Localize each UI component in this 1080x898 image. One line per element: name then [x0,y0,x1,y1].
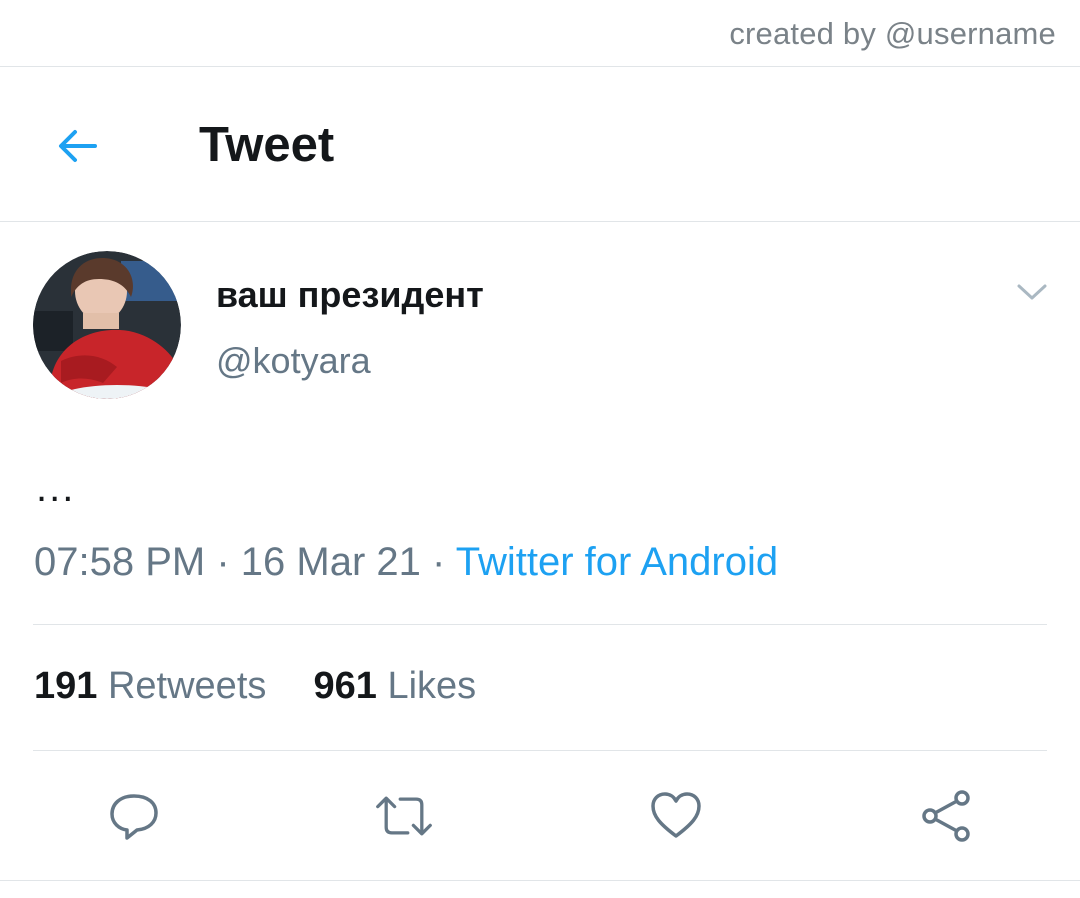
likes-count: 961 [313,665,377,707]
tweet-source-link[interactable]: Twitter for Android [456,540,778,584]
page-title: Tweet [199,118,335,172]
like-icon [651,792,701,838]
retweet-icon [376,796,432,836]
retweets-count: 191 [34,665,98,707]
retweets-label: Retweets [107,665,267,707]
chevron-down-icon [1017,284,1047,300]
credit-bar: created by @username [0,0,1080,67]
tweet-stats: 191 Retweets 961 Likes [34,665,476,708]
like-button[interactable] [646,786,706,846]
back-button[interactable] [44,113,110,179]
likes-stat[interactable]: 961 Likes [314,665,477,707]
action-bar [0,752,1080,880]
reply-icon [110,794,158,840]
tweet-date: 16 Mar 21 [240,540,421,584]
share-button[interactable] [916,786,976,846]
more-options-button[interactable] [1010,272,1054,312]
divider [0,880,1080,881]
retweet-button[interactable] [374,786,434,846]
top-app-bar: Tweet [0,67,1080,222]
arrow-left-icon [59,130,97,162]
tweet-meta: 07:58 PM · 16 Mar 21 · Twitter for Andro… [34,540,778,585]
user-handle[interactable]: @kotyara [216,340,371,382]
avatar[interactable] [33,251,181,399]
divider [33,624,1047,625]
meta-separator: · [216,540,230,584]
divider [33,750,1047,751]
tweet-time: 07:58 PM [34,540,206,584]
meta-separator: · [432,540,446,584]
share-icon [922,790,970,842]
avatar-image [33,251,181,399]
tweet-text: ... [36,466,76,510]
retweets-stat[interactable]: 191 Retweets [34,665,277,707]
reply-button[interactable] [104,786,164,846]
likes-label: Likes [387,665,477,707]
display-name[interactable]: ваш президент [216,274,484,316]
credit-text: created by @username [729,16,1056,51]
